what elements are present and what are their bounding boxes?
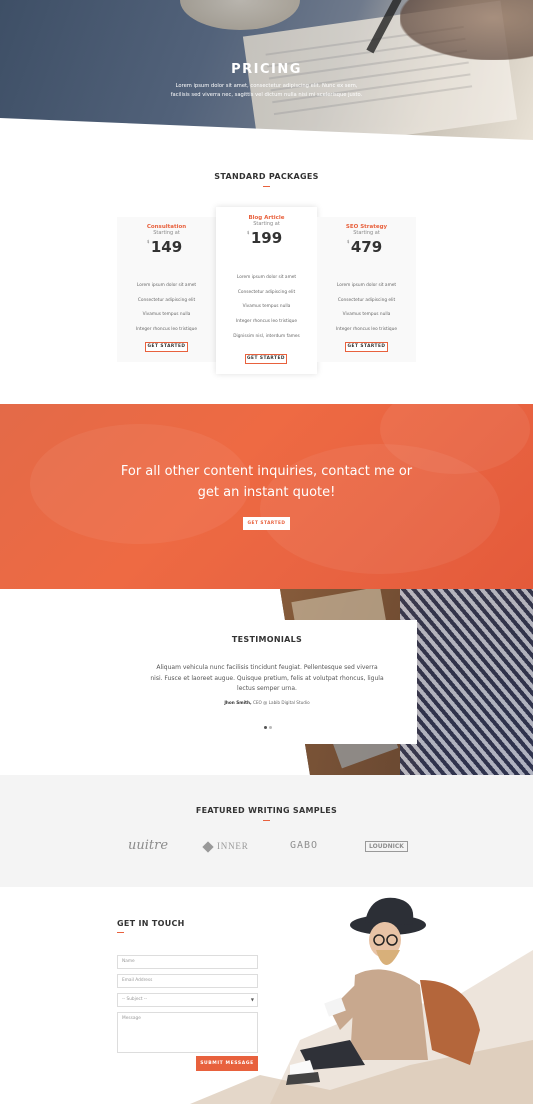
package-price: $ 479 [347,238,383,256]
package-feature: Dignissim nisl, interdum fames [233,334,300,339]
price-value: 149 [150,238,183,256]
packages-title: STANDARD PACKAGES [214,172,319,181]
package-feature: Consectetur adipiscing elit [237,290,296,295]
testimonial-quote: Aliquam vehicula nunc facilisis tincidun… [150,664,384,692]
package-feature: Lorem ipsum dolor sit amet [136,283,197,288]
package-feature: Vivamus tempus nulla [342,312,391,317]
featured-samples-section [0,775,533,887]
logo-text: INNER [217,841,249,851]
package-card-blog-article: Blog Article Starting at $ 199 Lorem ips… [216,207,317,374]
contact-person-image [150,890,533,1104]
package-starting-label: Starting at [153,230,180,236]
package-price: $ 149 [147,238,183,256]
hero-subtitle: Lorem ipsum dolor sit amet, consectetur … [170,83,363,98]
logo-uuitre[interactable]: uuitre [128,838,168,853]
get-started-button[interactable]: GET STARTED [245,354,287,364]
hand-image [400,0,533,60]
slider-dot[interactable] [269,726,272,729]
slider-dot-active[interactable] [264,726,267,729]
package-starting-label: Starting at [353,230,380,236]
diamond-icon [202,841,214,853]
hero-divider [0,118,533,148]
package-price: $ 199 [247,229,283,247]
title-underline [263,820,270,821]
subject-placeholder: -- Subject -- [122,997,147,1002]
logo-inner[interactable]: INNER [202,841,249,853]
package-starting-label: Starting at [253,221,280,227]
package-feature: Integer rhoncus leo tristique [236,319,297,324]
logo-loudnick[interactable]: LOUDNICK [365,841,408,852]
author-role: CEO @ Labib Digital Studio [252,700,310,705]
striped-shirt-image [400,589,533,775]
title-underline [263,186,270,187]
coffee-mug-image [180,0,300,30]
author-name: Jhon Smith, [224,700,252,705]
cta-get-started-button[interactable]: GET STARTED [243,517,290,530]
get-started-button[interactable]: GET STARTED [345,342,388,352]
get-started-button[interactable]: GET STARTED [145,342,188,352]
package-feature: Consectetur adipiscing elit [337,298,396,303]
price-value: 479 [350,238,383,256]
title-underline [117,932,124,933]
woman-with-backpack-image [190,897,533,1104]
cta-line: For all other content inquiries, contact… [120,464,413,479]
currency-symbol: $ [146,239,150,244]
logo-gabo[interactable]: GABO [290,840,318,851]
package-card-seo-strategy: SEO Strategy Starting at $ 479 Lorem ips… [317,217,416,362]
package-feature: Consectetur adipiscing elit [137,298,196,303]
package-feature: Vivamus tempus nulla [142,312,191,317]
testimonial-author: Jhon Smith, CEO @ Labib Digital Studio [117,700,417,705]
package-feature: Integer rhoncus leo tristique [136,327,197,332]
package-feature: Vivamus tempus nulla [242,304,291,309]
package-feature: Integer rhoncus leo tristique [336,327,397,332]
currency-symbol: $ [346,239,350,244]
testimonials-title: TESTIMONIALS [231,635,303,644]
page-title: PRICING [231,62,302,77]
samples-title: FEATURED WRITING SAMPLES [195,806,338,815]
package-card-consultation: Consultation Starting at $ 149 Lorem ips… [117,217,216,362]
package-feature: Lorem ipsum dolor sit amet [336,283,397,288]
cta-heading: For all other content inquiries, contact… [100,461,433,503]
cta-line: get an instant quote! [197,485,336,500]
price-value: 199 [250,229,283,247]
package-feature: Lorem ipsum dolor sit amet [236,275,297,280]
currency-symbol: $ [246,230,250,235]
